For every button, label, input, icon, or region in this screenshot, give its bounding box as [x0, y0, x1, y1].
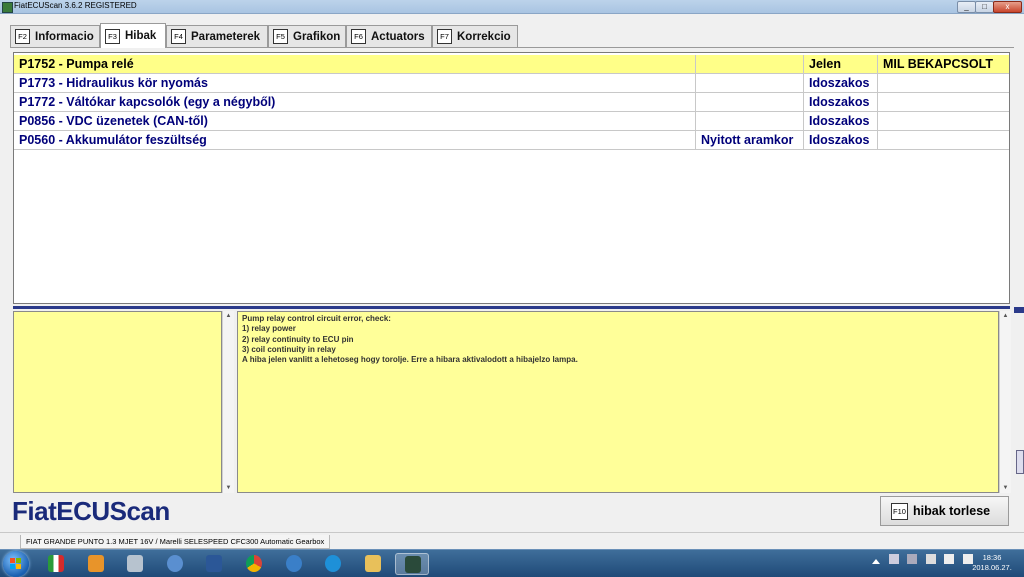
fkey-badge: F7: [437, 29, 452, 44]
tray-flag-icon[interactable]: [888, 554, 899, 564]
fault-code: P1772 - Váltókar kapcsolók (egy a négybő…: [14, 93, 696, 111]
start-button[interactable]: [3, 551, 29, 577]
tab-informacio[interactable]: F2 Informacio: [10, 25, 100, 47]
fault-status: Jelen: [804, 55, 878, 73]
taskbar-app-icon[interactable]: [158, 553, 192, 575]
tab-hibak[interactable]: F3 Hibak: [100, 23, 166, 48]
fault-description: Pump relay control circuit error, check:…: [237, 311, 999, 493]
fault-row[interactable]: P0560 - Akkumulátor feszültség Nyitott a…: [14, 131, 1009, 150]
detail-scrollbar[interactable]: ▲ ▼: [222, 311, 234, 493]
fkey-badge: F5: [273, 29, 288, 44]
minimize-button[interactable]: _: [957, 1, 976, 13]
tab-korrekcio[interactable]: F7 Korrekcio: [432, 25, 518, 47]
fkey-badge: F2: [15, 29, 30, 44]
fault-code: P0560 - Akkumulátor feszültség: [14, 131, 696, 149]
fkey-badge: F3: [105, 28, 120, 44]
scroll-up-icon[interactable]: ▲: [1000, 311, 1011, 321]
tab-label: Parameterek: [191, 30, 261, 43]
taskbar-app-icon[interactable]: [39, 553, 73, 575]
tab-parameterek[interactable]: F4 Parameterek: [166, 25, 268, 47]
fault-list[interactable]: P1752 - Pumpa relé Jelen MIL BEKAPCSOLT …: [13, 52, 1010, 304]
clear-faults-button[interactable]: F10 hibak torlese: [880, 496, 1009, 526]
taskbar-app-icon[interactable]: [277, 553, 311, 575]
close-button[interactable]: x: [993, 1, 1022, 13]
fault-code: P0856 - VDC üzenetek (CAN-től): [14, 112, 696, 130]
description-line: 3) coil continuity in relay: [242, 344, 336, 354]
fault-status: Idoszakos: [804, 74, 878, 92]
windows-icon: [10, 558, 22, 570]
tray-app-icon[interactable]: [907, 554, 918, 564]
scroll-up-icon[interactable]: ▲: [223, 311, 234, 321]
taskbar-app-icon[interactable]: [118, 553, 152, 575]
status-bar: FIAT GRANDE PUNTO 1.3 MJET 16V / Marelli…: [0, 532, 1024, 550]
tab-label: Actuators: [371, 30, 425, 43]
fault-row[interactable]: P1773 - Hidraulikus kör nyomás Idoszakos: [14, 74, 1009, 93]
app-logo: FiatECUScan: [12, 496, 170, 526]
fault-code: P1773 - Hidraulikus kör nyomás: [14, 74, 696, 92]
taskbar: 18:36 2018.06.27.: [0, 549, 1024, 577]
splitter[interactable]: [13, 306, 1010, 309]
tab-actuators[interactable]: F6 Actuators: [346, 25, 432, 47]
description-line: 2) relay continuity to ECU pin: [242, 334, 354, 344]
fault-row[interactable]: P1752 - Pumpa relé Jelen MIL BEKAPCSOLT: [14, 55, 1009, 74]
fault-code: P1752 - Pumpa relé: [14, 55, 696, 73]
fault-mil: [878, 93, 1009, 111]
fkey-badge: F10: [891, 502, 908, 520]
tab-label: Hibak: [125, 30, 157, 42]
tab-label: Grafikon: [293, 30, 341, 43]
tray-network-icon[interactable]: [944, 554, 955, 564]
fault-mil: MIL BEKAPCSOLT: [883, 57, 993, 71]
fault-type: [696, 93, 804, 111]
fault-type: Nyitott aramkor: [696, 131, 804, 149]
splitter-handle[interactable]: [1014, 307, 1024, 313]
taskbar-clock[interactable]: 18:36 2018.06.27.: [962, 553, 1022, 573]
maximize-button[interactable]: □: [975, 1, 994, 13]
fault-mil: [878, 112, 1009, 130]
fault-type: [696, 112, 804, 130]
tab-label: Korrekcio: [457, 30, 511, 43]
tab-grafikon[interactable]: F5 Grafikon: [268, 25, 346, 47]
tray-up-arrow-icon[interactable]: [872, 559, 880, 564]
description-line: 1) relay power: [242, 324, 296, 334]
description-line: Pump relay control circuit error, check:: [242, 314, 391, 323]
clock-date: 2018.06.27.: [972, 563, 1012, 572]
tray-battery-icon[interactable]: [925, 554, 936, 564]
taskbar-fiatecuscan-icon[interactable]: [395, 553, 429, 575]
window-title: FiatECUScan 3.6.2 REGISTERED: [14, 1, 137, 10]
title-bar: FiatECUScan 3.6.2 REGISTERED _ □ x: [0, 0, 1024, 14]
app-icon: [2, 2, 13, 13]
fault-mil: [878, 131, 1009, 149]
fault-mil: [878, 74, 1009, 92]
clear-faults-label: hibak torlese: [913, 504, 991, 518]
fault-status: Idoszakos: [804, 131, 878, 149]
window-edge-scroll-thumb[interactable]: [1016, 450, 1024, 474]
fkey-badge: F6: [351, 29, 366, 44]
clock-time: 18:36: [982, 553, 1002, 562]
taskbar-explorer-icon[interactable]: [356, 553, 390, 575]
fault-detail-panel: [13, 311, 222, 493]
fkey-badge: F4: [171, 29, 186, 44]
fault-status: Idoszakos: [804, 112, 878, 130]
vehicle-status: FIAT GRANDE PUNTO 1.3 MJET 16V / Marelli…: [20, 535, 331, 549]
fault-type: [696, 55, 804, 73]
fault-status: Idoszakos: [804, 93, 878, 111]
fault-type: [696, 74, 804, 92]
taskbar-app-icon[interactable]: [79, 553, 113, 575]
taskbar-ie-icon[interactable]: [316, 553, 350, 575]
scroll-down-icon[interactable]: ▼: [1000, 483, 1011, 493]
scroll-down-icon[interactable]: ▼: [223, 483, 234, 493]
fault-row[interactable]: P0856 - VDC üzenetek (CAN-től) Idoszakos: [14, 112, 1009, 131]
description-line: A hiba jelen vanlitt a lehetoseg hogy to…: [242, 355, 578, 365]
taskbar-chrome-icon[interactable]: [237, 553, 271, 575]
description-scrollbar[interactable]: ▲ ▼: [999, 311, 1011, 493]
taskbar-word-icon[interactable]: [197, 553, 231, 575]
fault-row[interactable]: P1772 - Váltókar kapcsolók (egy a négybő…: [14, 93, 1009, 112]
tab-label: Informacio: [35, 30, 94, 43]
